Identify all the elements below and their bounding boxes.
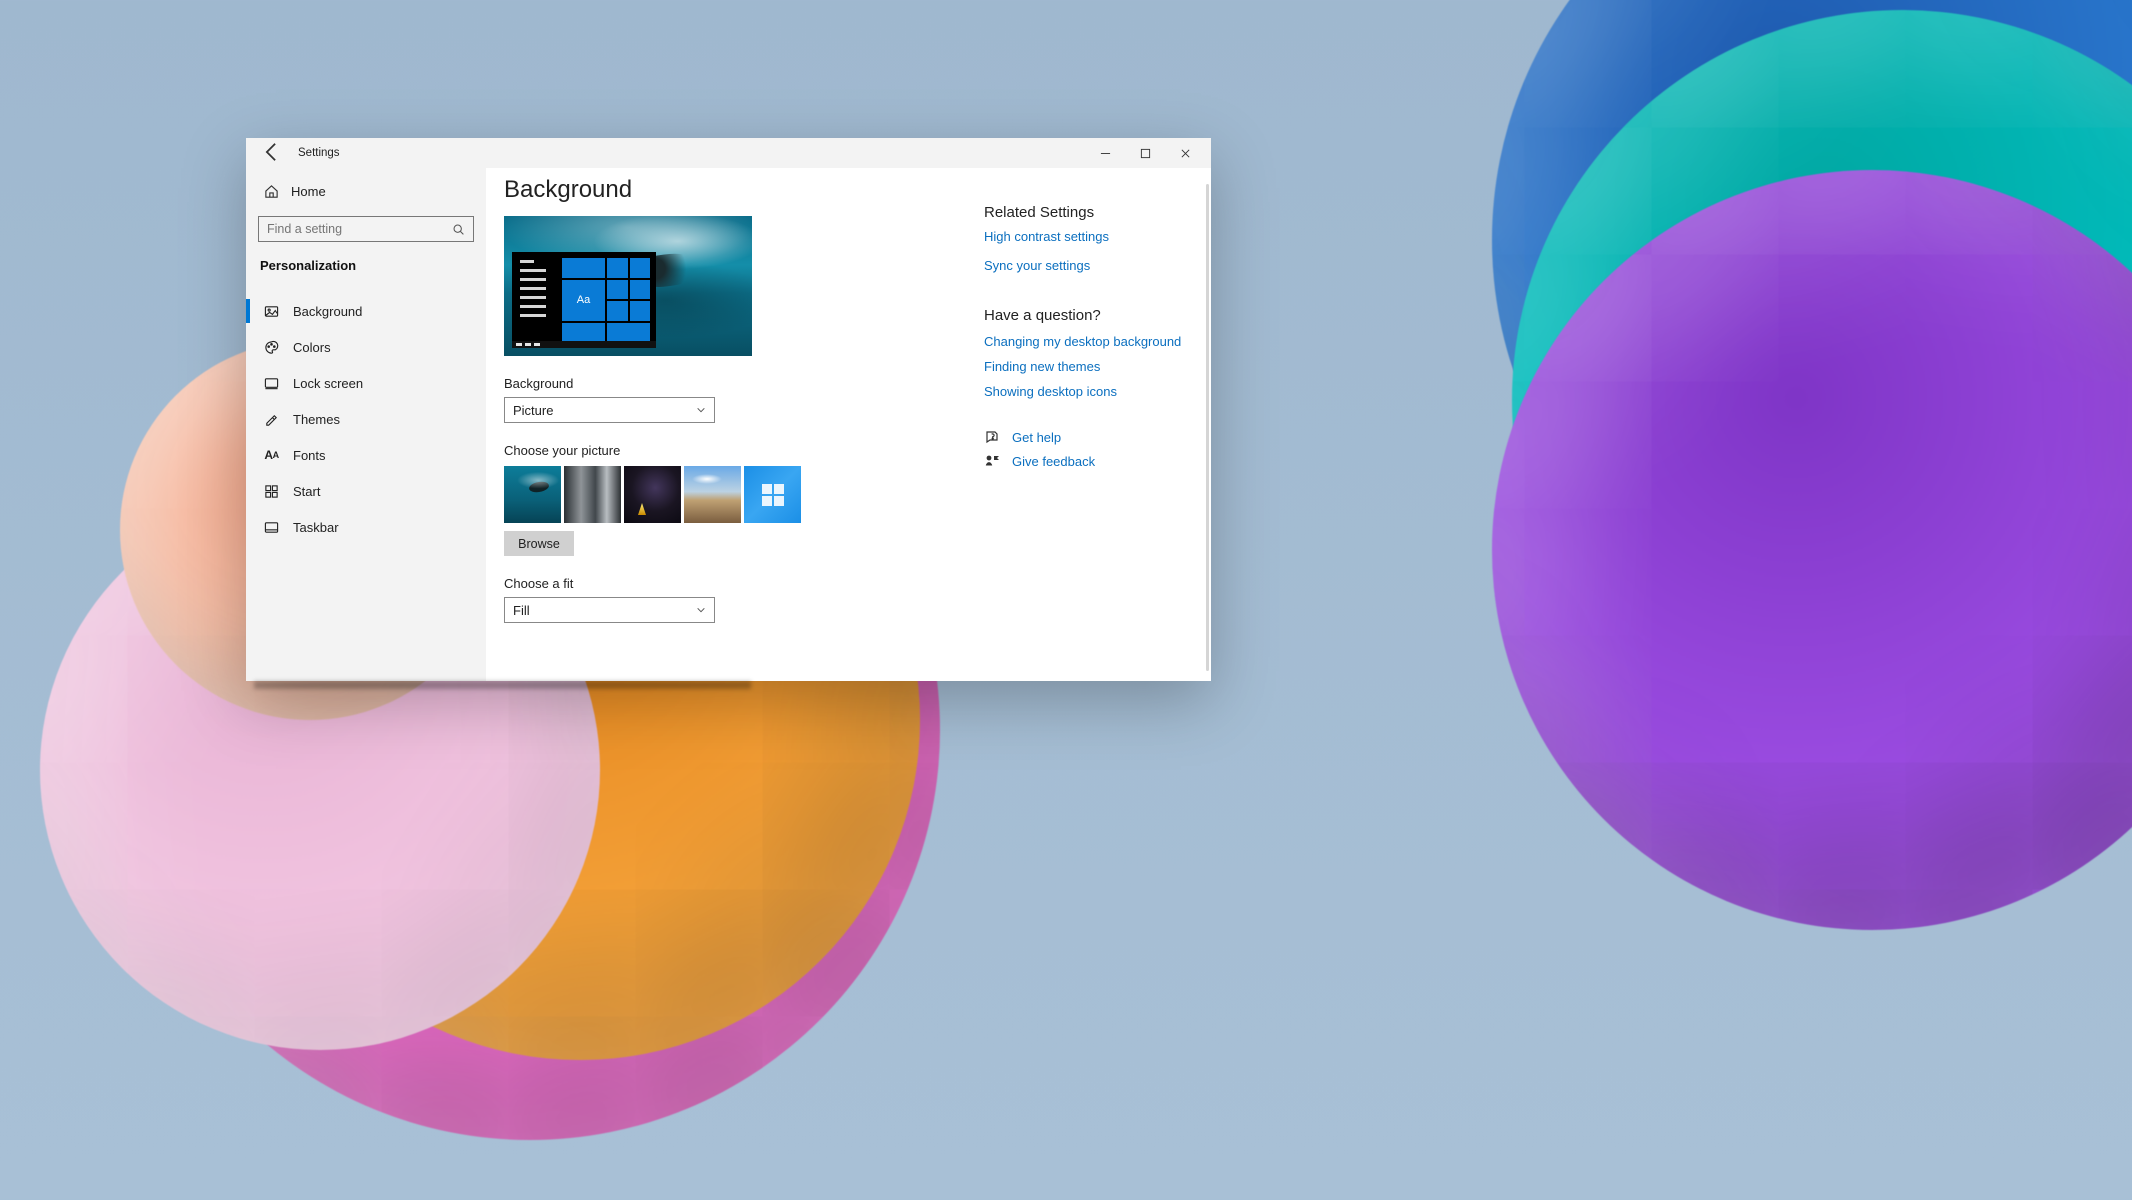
browse-button[interactable]: Browse (504, 531, 574, 556)
picture-icon (264, 304, 279, 319)
search-icon (452, 223, 465, 236)
link-show-icons[interactable]: Showing desktop icons (984, 384, 1197, 399)
sidebar-item-label: Themes (293, 412, 340, 427)
sidebar-item-start[interactable]: Start (246, 473, 486, 509)
search-input[interactable] (258, 216, 474, 242)
sidebar-item-label: Lock screen (293, 376, 363, 391)
question-heading: Have a question? (984, 307, 1197, 324)
lock-screen-icon (264, 376, 279, 391)
get-help-link[interactable]: Get help (984, 429, 1197, 445)
fit-dropdown-value: Fill (513, 603, 530, 618)
preview-start-mock: Aa (512, 252, 656, 348)
link-sync-settings[interactable]: Sync your settings (984, 258, 1197, 273)
related-heading: Related Settings (984, 204, 1197, 221)
sidebar-item-background[interactable]: Background (246, 293, 486, 329)
background-preview: Aa (504, 216, 752, 356)
preview-tile-text: Aa (562, 280, 605, 321)
background-dropdown[interactable]: Picture (504, 397, 715, 423)
taskbar-icon (264, 520, 279, 535)
sidebar-category: Personalization (260, 258, 486, 273)
home-button[interactable]: Home (246, 178, 486, 205)
titlebar: Settings (246, 138, 1211, 168)
fonts-icon: AA (264, 448, 279, 463)
fit-dropdown[interactable]: Fill (504, 597, 715, 623)
window-controls (1085, 138, 1205, 168)
window-body: Home Personalization Background Colors (246, 168, 1211, 681)
link-change-background[interactable]: Changing my desktop background (984, 334, 1197, 349)
link-find-themes[interactable]: Finding new themes (984, 359, 1197, 374)
settings-window: Settings Home Personalization Background (246, 138, 1211, 681)
start-icon (264, 484, 279, 499)
give-feedback-link[interactable]: Give feedback (984, 453, 1197, 469)
picture-thumb[interactable] (504, 466, 561, 523)
palette-icon (264, 340, 279, 355)
themes-icon (264, 412, 279, 427)
get-help-label: Get help (1012, 430, 1061, 445)
home-label: Home (291, 184, 326, 199)
sidebar-item-lock-screen[interactable]: Lock screen (246, 365, 486, 401)
search-field[interactable] (267, 222, 452, 236)
close-button[interactable] (1165, 138, 1205, 168)
app-title: Settings (298, 147, 340, 159)
sidebar-item-label: Start (293, 484, 320, 499)
picture-thumb[interactable] (684, 466, 741, 523)
sidebar-item-fonts[interactable]: AA Fonts (246, 437, 486, 473)
main-panel: Background Aa Bac (504, 174, 984, 681)
related-panel: Related Settings High contrast settings … (984, 174, 1211, 681)
background-dropdown-label: Background (504, 376, 976, 391)
sidebar-item-label: Taskbar (293, 520, 339, 535)
sidebar-item-label: Colors (293, 340, 331, 355)
chevron-down-icon (696, 605, 706, 615)
back-button[interactable] (260, 141, 282, 166)
content-area: Background Aa Bac (486, 168, 1211, 681)
background-dropdown-value: Picture (513, 403, 553, 418)
picture-thumb[interactable] (744, 466, 801, 523)
choose-picture-label: Choose your picture (504, 443, 976, 458)
choose-fit-label: Choose a fit (504, 576, 976, 591)
sidebar-item-label: Fonts (293, 448, 326, 463)
give-feedback-label: Give feedback (1012, 454, 1095, 469)
page-title: Background (504, 176, 976, 204)
maximize-button[interactable] (1125, 138, 1165, 168)
sidebar-nav: Background Colors Lock screen Themes AA … (246, 293, 486, 545)
sidebar-item-themes[interactable]: Themes (246, 401, 486, 437)
picture-thumb[interactable] (624, 466, 681, 523)
sidebar: Home Personalization Background Colors (246, 168, 486, 681)
picture-thumb[interactable] (564, 466, 621, 523)
help-icon (984, 429, 1000, 445)
sidebar-item-label: Background (293, 304, 362, 319)
link-high-contrast[interactable]: High contrast settings (984, 229, 1197, 244)
minimize-button[interactable] (1085, 138, 1125, 168)
picture-thumbs (504, 466, 976, 523)
sidebar-item-colors[interactable]: Colors (246, 329, 486, 365)
feedback-icon (984, 453, 1000, 469)
scrollbar[interactable] (1206, 184, 1209, 671)
chevron-down-icon (696, 405, 706, 415)
sidebar-item-taskbar[interactable]: Taskbar (246, 509, 486, 545)
